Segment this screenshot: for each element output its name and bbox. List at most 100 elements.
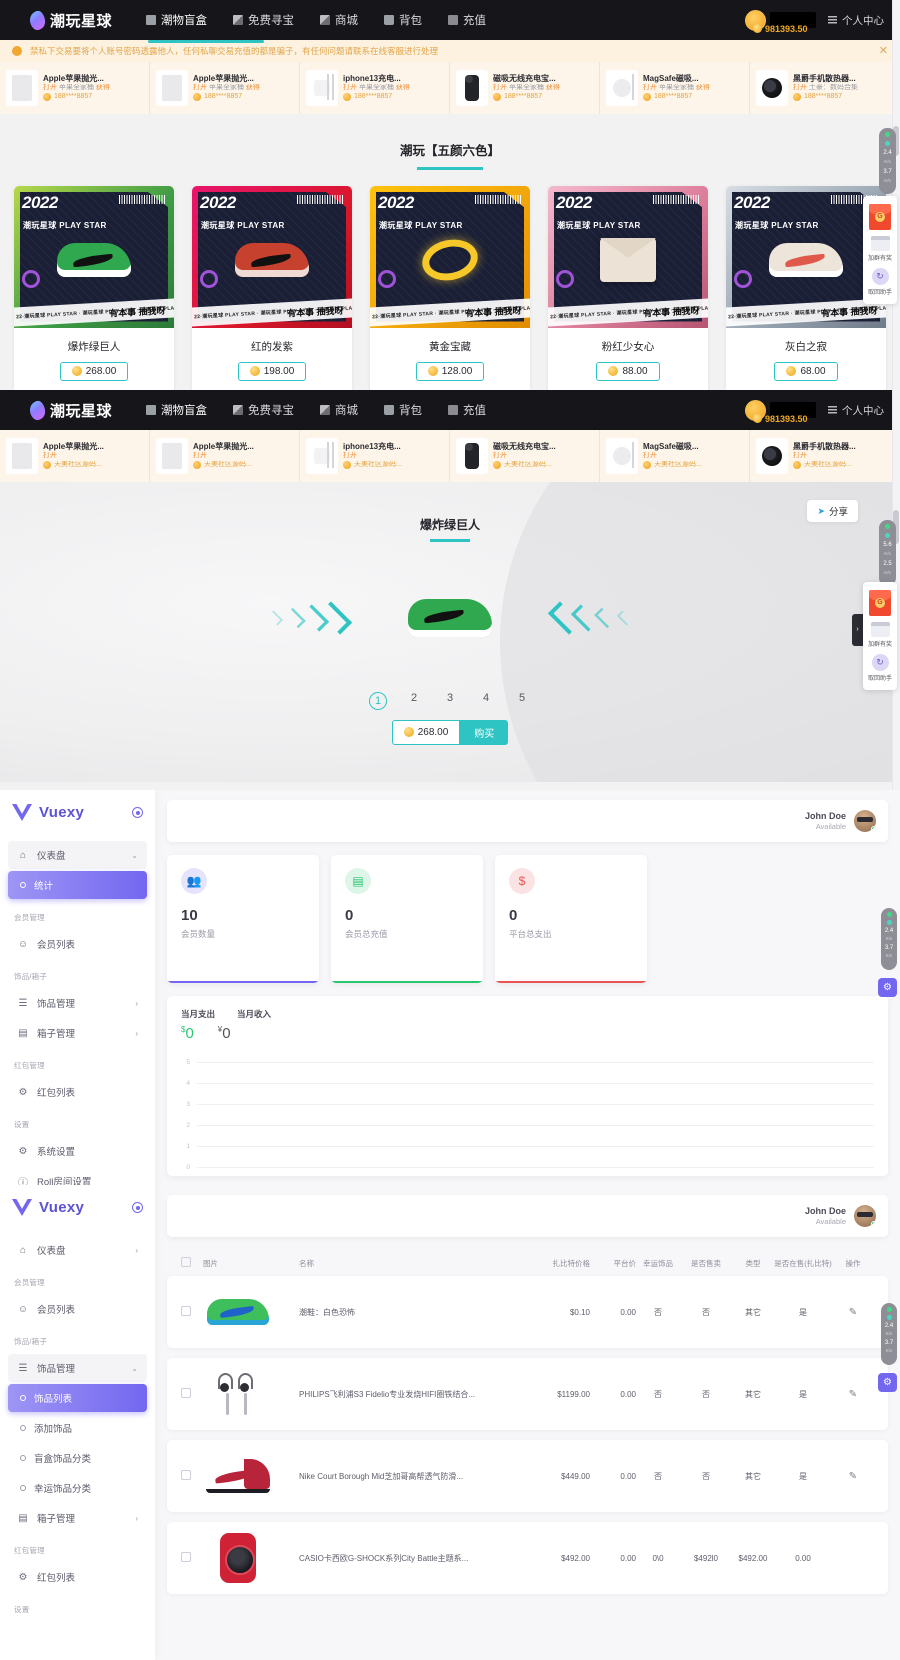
sidebar-item-member-list[interactable]: ☺ 会员列表 (8, 1295, 147, 1323)
sidebar-item-add-item[interactable]: 添加饰品 (8, 1414, 147, 1442)
brand-logo[interactable]: 潮玩星球 (28, 9, 112, 31)
table-row[interactable]: PHILIPS飞利浦S3 Fidelio专业发烧HIFI圈铁结合... $119… (167, 1358, 888, 1430)
system-monitor-widget-2[interactable]: 5.6 K/s 2.5 K/s (879, 520, 896, 586)
marquee-item[interactable]: 黑爵手机散热器... 打开 天美社区源码... (750, 430, 900, 482)
card-price[interactable]: 68.00 (774, 361, 838, 381)
theme-customizer-button[interactable]: ⚙ (878, 978, 897, 997)
marquee-item[interactable]: iphone13充电... 打开 天美社区源码... (300, 430, 450, 482)
marquee-item[interactable]: 黑爵手机散热器... 打开 土豪：数码合集 188****8857 (750, 62, 900, 114)
navbar-user[interactable]: John Doe Available (805, 1206, 846, 1227)
redpacket-button[interactable] (863, 587, 897, 619)
nav-item-treasure[interactable]: 免费寻宝 (233, 0, 294, 40)
nav-item-recharge[interactable]: 充值 (448, 0, 486, 40)
sidebar-item-roll-room-settings[interactable]: ⓘ Roll房间设置 (8, 1167, 147, 1185)
table-row[interactable]: CASIO卡西欧G-SHOCK系列City Battle主题系... $492.… (167, 1522, 888, 1594)
sidebar-item-blindbox-category[interactable]: 盲盒饰品分类 (8, 1444, 147, 1472)
table-row[interactable]: Nike Court Borough Mid芝加哥高帮透气防滑... $449.… (167, 1440, 888, 1512)
nav-item-backpack[interactable]: 背包 (384, 0, 422, 40)
marquee-item[interactable]: MagSafe磁吸... 打开 苹果全家桶 获得 188****8857 (600, 62, 750, 114)
close-icon[interactable]: ✕ (879, 45, 888, 57)
sidebar-item-item-management[interactable]: ☰ 饰品管理 › (8, 989, 147, 1017)
marquee-item[interactable]: Apple苹果抛光... 打开 天美社区源码... (0, 430, 150, 482)
sidebar-item-item-list[interactable]: 饰品列表 (8, 1384, 147, 1412)
marquee-item[interactable]: MagSafe磁吸... 打开 天美社区源码... (600, 430, 750, 482)
navbar-user[interactable]: John Doe Available (805, 811, 846, 832)
nav-item-backpack[interactable]: 背包 (384, 390, 422, 430)
pin-icon[interactable] (132, 1202, 143, 1213)
buy-button[interactable]: 购买 (460, 719, 509, 745)
nav-item-treasure[interactable]: 免费寻宝 (233, 390, 294, 430)
marquee-item[interactable]: Apple苹果抛光... 打开 天美社区源码... (150, 430, 300, 482)
user-center-button[interactable]: 个人中心 (828, 403, 884, 418)
sidebar-brand[interactable]: Vuexy (0, 790, 155, 839)
pager-page-2[interactable]: 2 (405, 692, 423, 710)
sidebar-brand[interactable]: Vuexy (0, 1185, 155, 1234)
blindbox-card[interactable]: 2022 潮玩星球 PLAY STAR 22·潮玩星球 PLAY STAR · … (14, 185, 174, 390)
sidebar-item-statistics[interactable]: 统计 (8, 871, 147, 899)
card-price[interactable]: 128.00 (415, 361, 485, 381)
pager-page-5[interactable]: 5 (513, 692, 531, 710)
wallet-chip[interactable]: 981393.50 (745, 9, 816, 34)
pager-page-1[interactable]: 1 (369, 691, 387, 710)
nav-item-blindbox[interactable]: 潮物盲盒 (146, 0, 207, 40)
nav-item-recharge[interactable]: 充值 (448, 390, 486, 430)
system-monitor-widget-3[interactable]: 2.4 K/s 3.7 K/s (881, 908, 897, 970)
edit-icon[interactable]: ✎ (849, 1471, 857, 1482)
marquee-item[interactable]: 磁吸无线充电宝... 打开 苹果全家桶 获得 188****8857 (450, 62, 600, 114)
sidebar-item-box-management[interactable]: ▤ 箱子管理 › (8, 1504, 147, 1532)
marquee-item[interactable]: Apple苹果抛光... 打开 苹果全家桶 获得 188****8857 (0, 62, 150, 114)
blindbox-card[interactable]: 2022 潮玩星球 PLAY STAR 22·潮玩星球 PLAY STAR · … (370, 185, 530, 390)
marquee-item[interactable]: 磁吸无线充电宝... 打开 天美社区源码... (450, 430, 600, 482)
marquee-item[interactable]: iphone13充电... 打开 苹果全家桶 获得 188****8857 (300, 62, 450, 114)
table-row[interactable]: 潮鞋：白色恐怖 $0.10 0.00 否 否 其它 是 ✎ (167, 1276, 888, 1348)
avatar[interactable] (854, 1205, 876, 1227)
redpacket-button[interactable] (863, 201, 897, 233)
sidebar-item-dashboard[interactable]: ⌂ 仪表盘 › (8, 1236, 147, 1264)
row-checkbox[interactable] (181, 1470, 191, 1480)
sidebar-item-box-management[interactable]: ▤ 箱子管理 › (8, 1019, 147, 1047)
blindbox-card[interactable]: 2022 潮玩星球 PLAY STAR 22·潮玩星球 PLAY STAR · … (548, 185, 708, 390)
pin-icon[interactable] (132, 807, 143, 818)
join-group-button[interactable]: 加群有奖 (863, 619, 897, 651)
retrieve-assistant-button[interactable]: ↻ 取回助手 (863, 651, 897, 685)
marquee-item[interactable]: Apple苹果抛光... 打开 苹果全家桶 获得 188****8857 (150, 62, 300, 114)
sidebar-item-item-management[interactable]: ☰ 饰品管理 ⌄ (8, 1354, 147, 1382)
edit-icon[interactable]: ✎ (849, 1389, 857, 1400)
select-all-checkbox[interactable] (181, 1257, 191, 1267)
theme-customizer-button[interactable]: ⚙ (878, 1373, 897, 1392)
share-button[interactable]: ➤ 分享 (807, 500, 858, 522)
sidebar-item-dashboard[interactable]: ⌂ 仪表盘 ⌄ (8, 841, 147, 869)
sidebar-item-redpacket-list[interactable]: ⚙ 红包列表 (8, 1078, 147, 1106)
pager-page-3[interactable]: 3 (441, 692, 459, 710)
user-center-button[interactable]: 个人中心 (828, 13, 884, 28)
row-on-sale: 是 (799, 1471, 807, 1481)
sidebar-item-lucky-category[interactable]: 幸运饰品分类 (8, 1474, 147, 1502)
row-checkbox[interactable] (181, 1552, 191, 1562)
brand-logo[interactable]: 潮玩星球 (28, 399, 112, 421)
marquee-open: 打开 (493, 84, 507, 92)
sidebar-item-redpacket-list[interactable]: ⚙ 红包列表 (8, 1563, 147, 1591)
join-group-button[interactable]: 加群有奖 (863, 233, 897, 265)
row-checkbox[interactable] (181, 1306, 191, 1316)
blindbox-card[interactable]: 2022 潮玩星球 PLAY STAR 22·潮玩星球 PLAY STAR · … (192, 185, 352, 390)
sidebar-item-system-settings[interactable]: ⚙ 系统设置 (8, 1137, 147, 1165)
system-monitor-widget[interactable]: 2.4 K/s 3.7 K/s (879, 128, 896, 194)
pager-page-4[interactable]: 4 (477, 692, 495, 710)
wallet-chip[interactable]: 981393.50 (745, 399, 816, 424)
nav-item-mall[interactable]: 商城 (320, 0, 358, 40)
row-checkbox[interactable] (181, 1388, 191, 1398)
blindbox-card[interactable]: 2022 潮玩星球 PLAY STAR 22·潮玩星球 PLAY STAR · … (726, 185, 886, 390)
nav-item-mall[interactable]: 商城 (320, 390, 358, 430)
nav-item-blindbox[interactable]: 潮物盲盒 (146, 390, 207, 430)
page-scrollbar[interactable] (892, 0, 900, 390)
edit-icon[interactable]: ✎ (849, 1307, 857, 1318)
system-monitor-widget-4[interactable]: 2.4 K/s 3.7 K/s (881, 1303, 897, 1365)
rail-collapse-toggle[interactable]: › (852, 614, 863, 646)
retrieve-assistant-button[interactable]: ↻ 取回助手 (863, 265, 897, 299)
doc-icon (233, 15, 244, 25)
sidebar-item-member-list[interactable]: ☺ 会员列表 (8, 930, 147, 958)
avatar[interactable] (854, 810, 876, 832)
card-price[interactable]: 198.00 (237, 361, 307, 381)
card-price[interactable]: 268.00 (59, 361, 129, 381)
card-price[interactable]: 88.00 (596, 361, 660, 381)
